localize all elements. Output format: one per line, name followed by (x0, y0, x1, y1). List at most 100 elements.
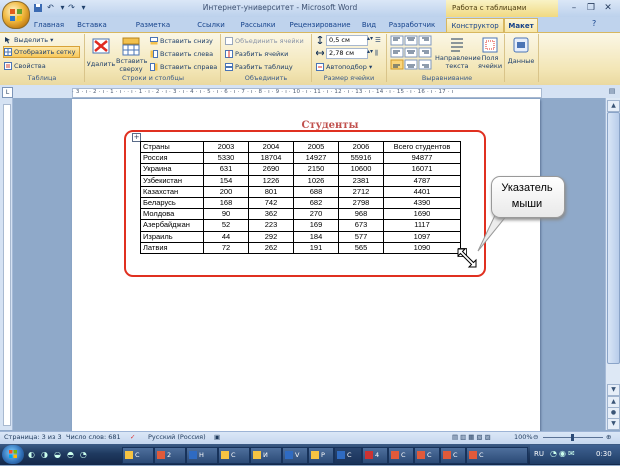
table-cell[interactable]: Узбекистан (140, 174, 204, 187)
insert-above-button[interactable]: Вставить сверху (116, 36, 147, 73)
table-cell[interactable]: 4401 (383, 185, 461, 198)
show-grid-button[interactable]: Отобразить сетку (3, 46, 80, 58)
table-cell[interactable]: 1117 (383, 219, 461, 232)
taskbar-item[interactable]: 2 (154, 447, 186, 464)
column-width-spinner[interactable]: ▴▾ (367, 47, 373, 57)
header-cell[interactable]: 2003 (203, 140, 249, 154)
scroll-down-icon[interactable]: ▼ (607, 384, 620, 396)
header-cell[interactable]: 2006 (338, 140, 384, 154)
split-table-button[interactable]: Разбить таблицу (225, 62, 293, 72)
table-cell[interactable]: 4787 (383, 174, 461, 187)
autofit-button[interactable]: Автоподбор ▾ (316, 62, 372, 72)
column-width-input[interactable]: 2,78 см (326, 48, 368, 59)
table-cell[interactable]: Молдова (140, 208, 204, 221)
table-cell[interactable]: 270 (293, 208, 339, 221)
taskbar-item-active[interactable]: С (334, 447, 362, 464)
taskbar-item[interactable]: С (440, 447, 466, 464)
table-cell[interactable]: 223 (248, 219, 294, 232)
row-height-input[interactable]: 0,5 см (326, 35, 368, 46)
zoom-level[interactable]: 100% (514, 433, 533, 442)
table-cell[interactable]: 2150 (293, 163, 339, 176)
language-bar[interactable]: RU (534, 450, 544, 458)
table-cell[interactable]: 1690 (383, 208, 461, 221)
table-cell[interactable]: 16071 (383, 163, 461, 176)
tab-layout[interactable]: Макет (504, 18, 538, 33)
delete-button[interactable]: Удалить (87, 36, 115, 72)
table-cell[interactable]: Азербайджан (140, 219, 204, 232)
table-cell[interactable]: 52 (203, 219, 249, 232)
table-cell[interactable]: Казахстан (140, 185, 204, 198)
table-cell[interactable]: Латвия (140, 241, 204, 254)
table-cell[interactable]: 292 (248, 230, 294, 243)
table-cell[interactable]: 1097 (383, 230, 461, 243)
taskbar-item[interactable]: Р (308, 447, 334, 464)
quick-launch[interactable]: ◐◑◒◓◔ (28, 447, 118, 462)
view-buttons[interactable]: ▤▥▦▧▨ (452, 433, 493, 442)
cell-margins-button[interactable]: Поля ячейки (478, 36, 502, 72)
select-button[interactable]: Выделить ▾ (4, 35, 53, 45)
customize-qat-icon[interactable]: ▾ (78, 3, 89, 13)
table-cell[interactable]: 801 (248, 185, 294, 198)
clock[interactable]: 0:30 (596, 450, 612, 458)
table-cell[interactable]: 4390 (383, 196, 461, 210)
macro-record-icon[interactable]: ▣ (214, 433, 220, 442)
table-cell[interactable]: 631 (203, 163, 249, 176)
office-button[interactable] (2, 1, 30, 29)
table-cell[interactable]: 18704 (248, 152, 294, 165)
table-cell[interactable]: 1226 (248, 174, 294, 187)
tab-review[interactable]: Рецензирование (286, 18, 354, 32)
tab-design[interactable]: Конструктор (446, 18, 504, 33)
table-cell[interactable]: 688 (293, 185, 339, 198)
table-cell[interactable]: 2690 (248, 163, 294, 176)
table-cell[interactable]: 362 (248, 208, 294, 221)
header-cell[interactable]: 2004 (248, 140, 294, 154)
table-cell[interactable]: 1026 (293, 174, 339, 187)
proofing-icon[interactable]: ✓ (130, 433, 140, 442)
view-ruler-icon[interactable]: ▤ (607, 87, 617, 96)
text-direction-button[interactable]: Направление текста (435, 36, 481, 72)
table-cell[interactable]: 577 (338, 230, 384, 243)
table-cell[interactable]: 184 (293, 230, 339, 243)
table-cell[interactable]: 168 (203, 196, 249, 210)
help-icon[interactable]: ? (592, 19, 596, 28)
start-button[interactable] (2, 445, 24, 464)
row-height-spinner[interactable]: ▴▾ (367, 34, 373, 44)
table-cell[interactable]: 72 (203, 241, 249, 254)
split-cells-button[interactable]: Разбить ячейки (225, 49, 288, 59)
table-cell[interactable]: Беларусь (140, 196, 204, 210)
scroll-thumb[interactable] (607, 112, 620, 364)
table-cell[interactable]: 10600 (338, 163, 384, 176)
table-cell[interactable]: 2381 (338, 174, 384, 187)
tab-insert[interactable]: Вставка (72, 18, 112, 32)
table-cell[interactable]: 2712 (338, 185, 384, 198)
taskbar-item[interactable]: С (466, 447, 528, 464)
scroll-up-icon[interactable]: ▲ (607, 100, 620, 112)
taskbar-item[interactable]: И (250, 447, 282, 464)
students-table[interactable]: Страны 2003 2004 2005 2006 Всего студент… (140, 140, 461, 254)
header-cell[interactable]: 2005 (293, 140, 339, 154)
table-cell[interactable]: 44 (203, 230, 249, 243)
table-cell[interactable]: 94877 (383, 152, 461, 165)
undo-icon[interactable]: ↶ (45, 3, 56, 13)
zoom-slider-thumb[interactable] (571, 434, 574, 441)
save-icon[interactable] (32, 3, 43, 13)
table-cell[interactable]: 200 (203, 185, 249, 198)
table-cell[interactable]: Россия (140, 152, 204, 165)
table-cell[interactable]: 169 (293, 219, 339, 232)
header-cell[interactable]: Страны (140, 140, 204, 154)
table-cell[interactable]: 154 (203, 174, 249, 187)
table-cell[interactable]: 5330 (203, 152, 249, 165)
header-cell[interactable]: Всего студентов (383, 140, 461, 154)
taskbar-item[interactable]: Н (186, 447, 218, 464)
table-cell[interactable]: 673 (338, 219, 384, 232)
table-cell[interactable]: 14927 (293, 152, 339, 165)
close-button[interactable]: ✕ (600, 2, 616, 14)
tab-page-layout[interactable]: Разметка страницы (117, 18, 189, 43)
merge-cells-button[interactable]: Объединить ячейки (225, 36, 304, 46)
alignment-grid[interactable] (390, 35, 434, 71)
distribute-rows-icon[interactable]: ☰ (375, 35, 381, 45)
tab-view[interactable]: Вид (357, 18, 381, 32)
next-page-icon[interactable]: ▼ (607, 418, 620, 430)
taskbar-item[interactable]: С (122, 447, 154, 464)
word-count[interactable]: Число слов: 681 (66, 433, 121, 442)
